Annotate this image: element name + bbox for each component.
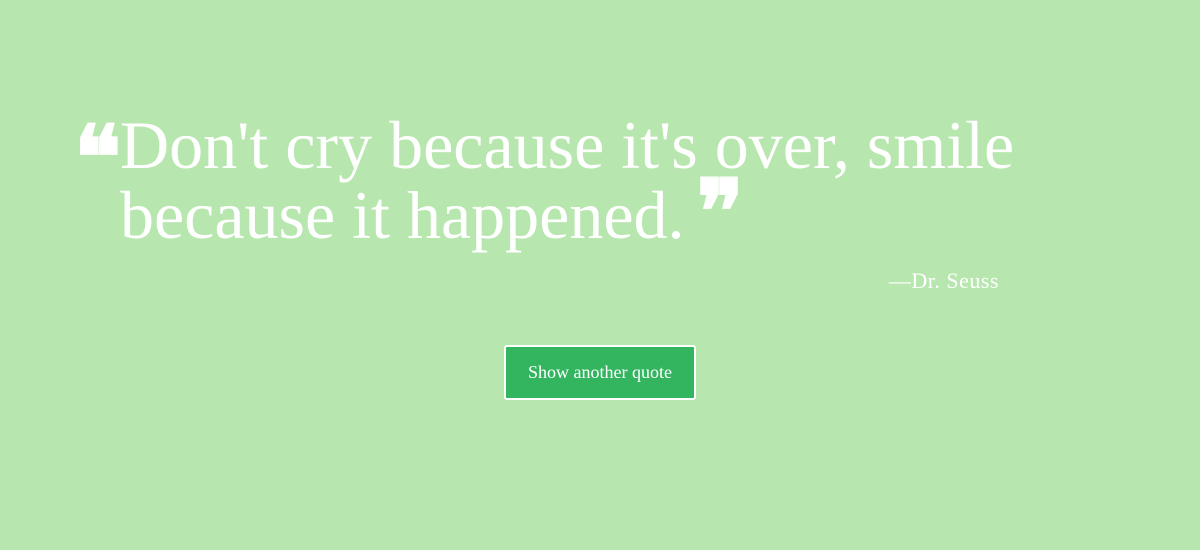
open-quote-icon: ❝ bbox=[74, 111, 122, 208]
quote-block: ❝ Don't cry because it's over, smile bec… bbox=[74, 110, 1074, 258]
quote-text: Don't cry because it's over, smile becau… bbox=[120, 107, 1015, 263]
quote-text-content: Don't cry because it's over, smile becau… bbox=[120, 107, 1015, 253]
new-quote-button[interactable]: Show another quote bbox=[504, 345, 696, 400]
quote-author: —Dr. Seuss bbox=[888, 268, 999, 293]
button-row: Show another quote bbox=[0, 345, 1200, 400]
